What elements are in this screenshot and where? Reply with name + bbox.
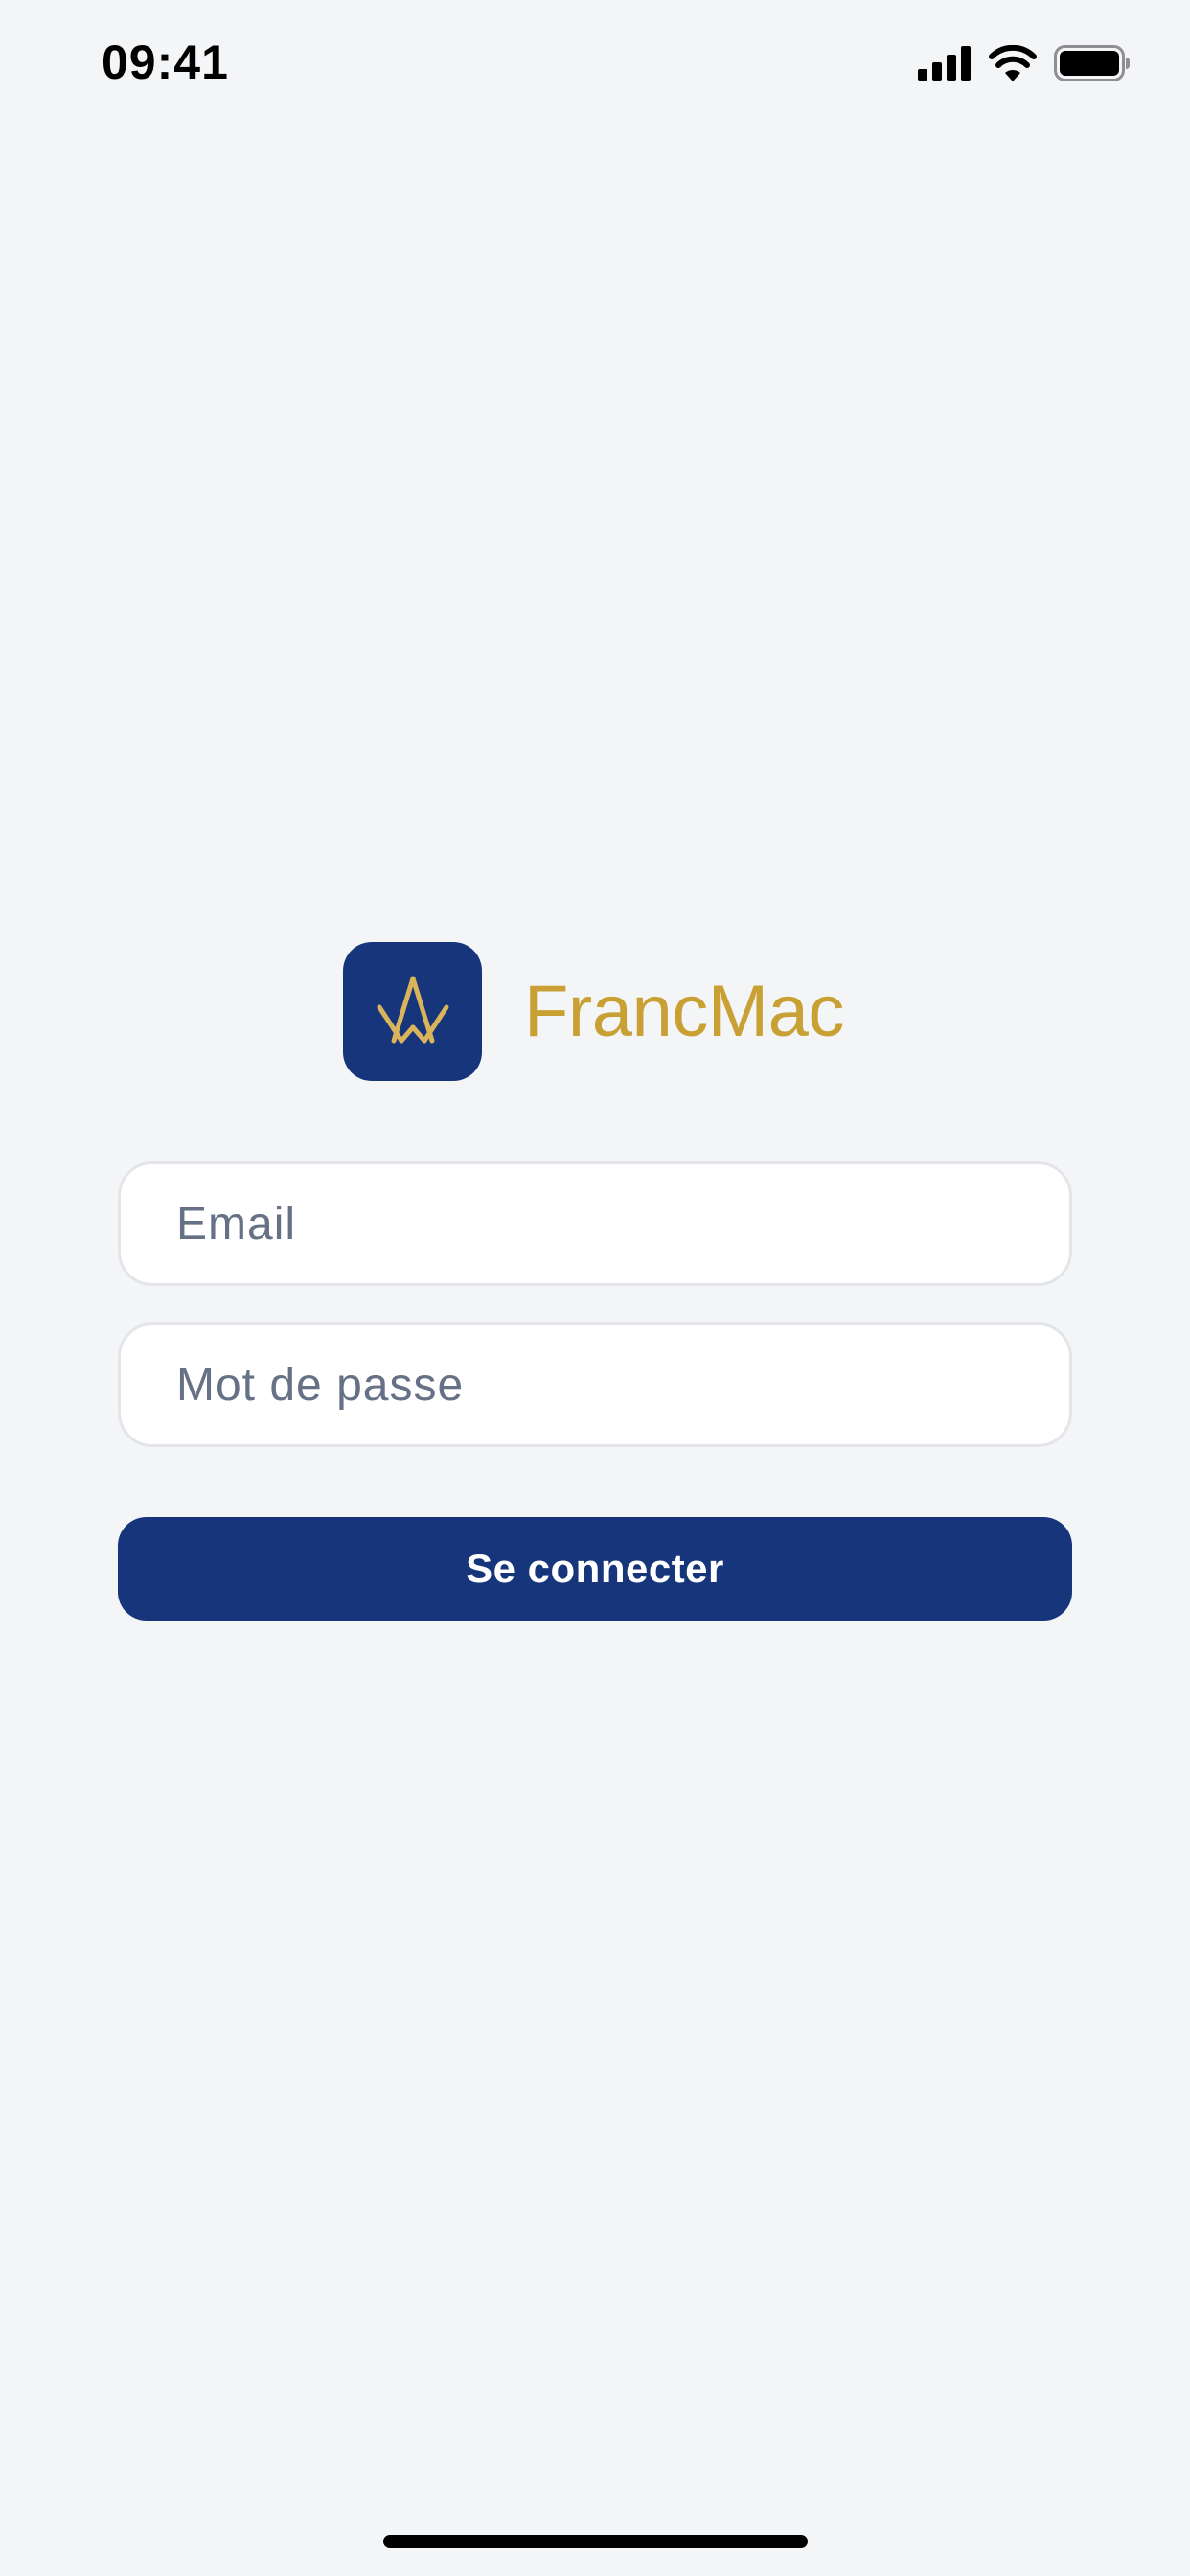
compass-logo-icon bbox=[343, 942, 482, 1081]
password-field-container bbox=[118, 1322, 1072, 1447]
email-field-container bbox=[118, 1162, 1072, 1286]
brand-header: FrancMac bbox=[343, 942, 844, 1081]
cellular-signal-icon bbox=[918, 45, 972, 85]
status-bar: 09:41 bbox=[0, 0, 1190, 134]
login-button[interactable]: Se connecter bbox=[118, 1517, 1072, 1621]
app-name: FrancMac bbox=[524, 971, 844, 1052]
status-icons bbox=[918, 42, 1131, 88]
password-field[interactable] bbox=[121, 1325, 1069, 1444]
home-indicator[interactable] bbox=[383, 2535, 808, 2548]
battery-icon bbox=[1054, 44, 1131, 86]
email-field[interactable] bbox=[121, 1164, 1069, 1283]
status-time: 09:41 bbox=[102, 35, 229, 89]
wifi-icon bbox=[989, 44, 1037, 86]
